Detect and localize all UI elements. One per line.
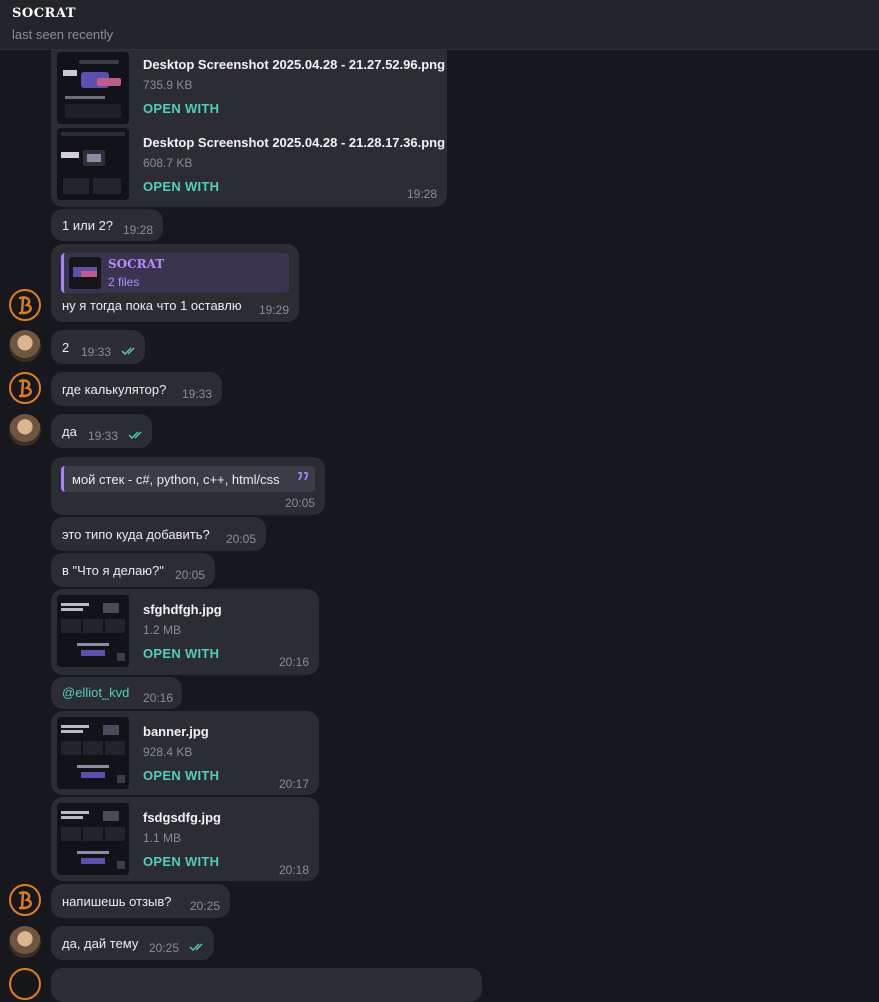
message-time: 20:16 [279, 655, 310, 669]
message-bubble: @elliot_kvd 20:16 [51, 677, 182, 709]
quote-text: мой стек - c#, python, c++, html/css [72, 472, 280, 487]
file-size: 608.7 KB [143, 156, 193, 170]
message-time: 19:28 [123, 223, 154, 237]
file-thumbnail[interactable] [57, 128, 129, 200]
open-with-button[interactable]: OPEN WITH [143, 646, 219, 661]
message-text: в "Что я делаю?" [62, 563, 164, 578]
file-message: sfghdfgh.jpg 1.2 MB OPEN WITH 20:16 [51, 589, 319, 675]
message-time: 20:16 [143, 691, 174, 705]
read-checkmarks-icon [121, 347, 135, 355]
message-bubble: где калькулятор? 19:33 [51, 372, 222, 406]
message-text: 1 или 2? [62, 218, 114, 233]
open-with-button[interactable]: OPEN WITH [143, 101, 219, 116]
banner-preview-icon [57, 717, 129, 789]
screenshot-preview-icon [57, 52, 129, 124]
message-text: да [62, 424, 77, 439]
reply-sender: SOCRAT [108, 257, 165, 271]
reply-message: SOCRAT 2 files ну я тогда пока что 1 ост… [51, 244, 299, 322]
image-preview-icon [73, 267, 97, 277]
message-bubble: 2 19:33 [51, 330, 145, 364]
message-text: да, дай тему [62, 936, 139, 951]
message-time: 19:33 [88, 429, 119, 443]
message-bubble: в "Что я делаю?" 20:05 [51, 553, 215, 587]
chat-header[interactable]: SOCRAT last seen recently [0, 0, 879, 50]
file-message: Desktop Screenshot 2025.04.28 - 21.27.52… [51, 50, 447, 207]
avatar[interactable] [9, 289, 41, 321]
file-name[interactable]: Desktop Screenshot 2025.04.28 - 21.28.17… [143, 135, 445, 150]
message-bubble: 1 или 2? 19:28 [51, 209, 163, 241]
screenshot-preview-icon [57, 128, 129, 200]
file-thumbnail[interactable] [57, 803, 129, 875]
message-bubble: это типо куда добавить? 20:05 [51, 517, 266, 551]
file-size: 1.1 MB [143, 831, 182, 845]
message-time: 20:05 [175, 568, 206, 582]
message-text: напишешь отзыв? [62, 894, 172, 909]
file-thumbnail[interactable] [57, 717, 129, 789]
message-text: это типо куда добавить? [62, 527, 210, 542]
socrat-logo-icon [18, 891, 32, 910]
avatar[interactable] [9, 330, 41, 362]
file-size: 735.9 KB [143, 78, 193, 92]
file-thumbnail[interactable] [57, 52, 129, 124]
message-time: 19:28 [407, 187, 438, 201]
message-bubble: да 19:33 [51, 414, 152, 448]
message-text: ну я тогда пока что 1 оставлю [62, 298, 242, 313]
avatar[interactable] [9, 926, 41, 958]
quote-icon [298, 472, 308, 481]
quote-block: мой стек - c#, python, c++, html/css [61, 466, 315, 492]
message-time: 20:25 [190, 899, 221, 913]
message-time: 20:18 [279, 863, 310, 877]
read-checkmarks-icon [189, 943, 203, 951]
avatar[interactable] [9, 968, 41, 1000]
file-thumbnail[interactable] [57, 595, 129, 667]
reply-subtitle: 2 files [108, 275, 140, 289]
file-message: fsdgsdfg.jpg 1.1 MB OPEN WITH 20:18 [51, 797, 319, 881]
reply-preview[interactable]: SOCRAT 2 files [61, 253, 289, 293]
file-name[interactable]: fsdgsdfg.jpg [143, 810, 221, 825]
avatar[interactable] [9, 414, 41, 446]
socrat-logo-icon [18, 379, 32, 398]
message-time: 19:33 [182, 387, 213, 401]
chat-status: last seen recently [12, 27, 114, 42]
message-time: 20:05 [285, 496, 316, 510]
banner-preview-icon [57, 803, 129, 875]
file-name[interactable]: Desktop Screenshot 2025.04.28 - 21.27.52… [143, 57, 445, 72]
avatar[interactable] [9, 884, 41, 916]
mention-link[interactable]: @elliot_kvd [62, 685, 129, 700]
file-message: banner.jpg 928.4 KB OPEN WITH 20:17 [51, 711, 319, 795]
avatar[interactable] [9, 372, 41, 404]
file-name[interactable]: banner.jpg [143, 724, 209, 739]
reply-thumbnail [69, 257, 101, 289]
message-text: где калькулятор? [62, 382, 167, 397]
message-time: 20:17 [279, 777, 310, 791]
message-bubble: напишешь отзыв? 20:25 [51, 884, 230, 918]
open-with-button[interactable]: OPEN WITH [143, 854, 219, 869]
open-with-button[interactable]: OPEN WITH [143, 179, 219, 194]
message-bubble [51, 968, 482, 1002]
open-with-button[interactable]: OPEN WITH [143, 768, 219, 783]
message-time: 20:25 [149, 941, 180, 955]
message-time: 19:33 [81, 345, 112, 359]
message-bubble: да, дай тему 20:25 [51, 926, 214, 960]
chat-title[interactable]: SOCRAT [12, 6, 76, 21]
quote-message: мой стек - c#, python, c++, html/css 20:… [51, 457, 325, 515]
banner-preview-icon [57, 595, 129, 667]
file-size: 1.2 MB [143, 623, 182, 637]
message-time: 20:05 [226, 532, 257, 546]
message-time: 19:29 [259, 303, 290, 317]
file-size: 928.4 KB [143, 745, 193, 759]
message-text: 2 [62, 340, 70, 355]
socrat-logo-icon [18, 296, 32, 315]
read-checkmarks-icon [128, 431, 142, 439]
file-name[interactable]: sfghdfgh.jpg [143, 602, 222, 617]
